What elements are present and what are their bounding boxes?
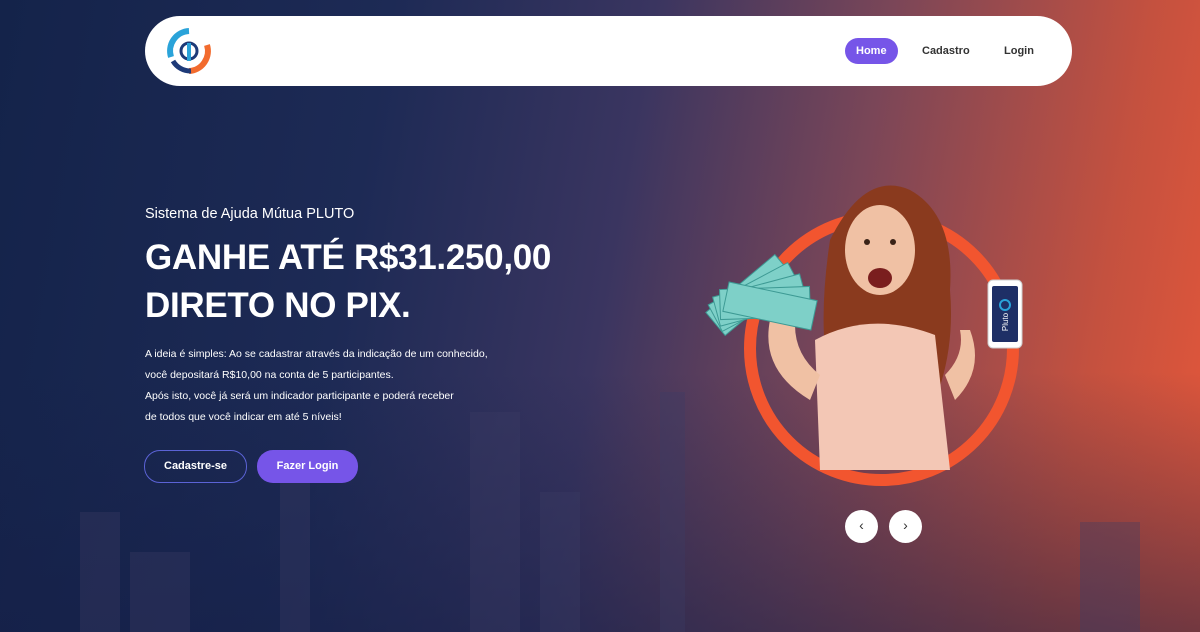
chevron-left-icon: ‹ bbox=[859, 517, 864, 533]
nav-home[interactable]: Home bbox=[845, 38, 898, 64]
desc-line: A ideia é simples: Ao se cadastrar atrav… bbox=[145, 348, 488, 360]
register-button[interactable]: Cadastre-se bbox=[144, 450, 247, 483]
pluto-logo-icon[interactable] bbox=[165, 27, 213, 75]
nav-cadastro[interactable]: Cadastro bbox=[911, 38, 981, 64]
desc-line: de todos que você indicar em até 5 nívei… bbox=[145, 411, 342, 423]
nav-login[interactable]: Login bbox=[993, 38, 1045, 64]
carousel-prev-button[interactable]: ‹ bbox=[845, 510, 878, 543]
hero-description: A ideia é simples: Ao se cadastrar atrav… bbox=[145, 344, 488, 428]
desc-line: Após isto, você já será um indicador par… bbox=[145, 390, 454, 402]
headline-line-1: GANHE ATÉ R$31.250,00 bbox=[145, 238, 552, 277]
carousel-next-button[interactable]: › bbox=[889, 510, 922, 543]
hero-headline: GANHE ATÉ R$31.250,00 DIRETO NO PIX. bbox=[145, 234, 551, 330]
phone-brand-label: Pluto bbox=[1001, 312, 1010, 331]
headline-line-2: DIRETO NO PIX. bbox=[145, 286, 411, 325]
navbar: Home Cadastro Login bbox=[145, 16, 1072, 86]
woman-with-money-image: Pluto bbox=[705, 185, 1023, 470]
login-button[interactable]: Fazer Login bbox=[257, 450, 358, 483]
desc-line: você depositará R$10,00 na conta de 5 pa… bbox=[145, 369, 394, 381]
chevron-right-icon: › bbox=[903, 517, 908, 533]
hero-subtitle: Sistema de Ajuda Mútua PLUTO bbox=[145, 206, 355, 222]
